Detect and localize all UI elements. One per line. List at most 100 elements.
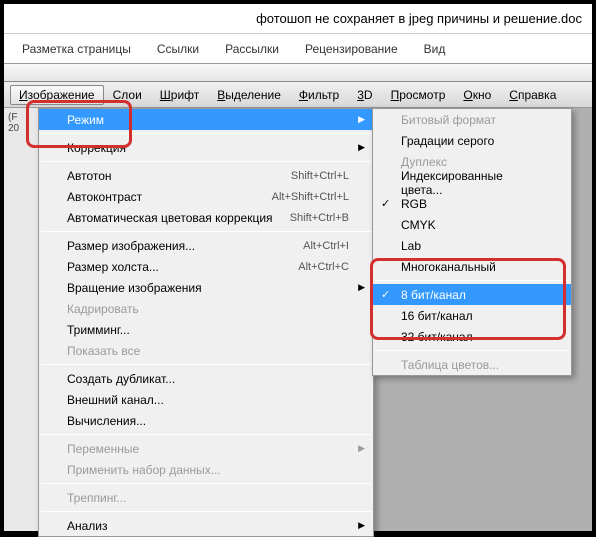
menu-item-label: Автоматическая цветовая коррекция (67, 211, 290, 225)
menu-item-label: Автоконтраст (67, 190, 272, 204)
menu-item[interactable]: 32 бит/канал (373, 326, 571, 347)
window-title: фотошоп не сохраняет в jpeg причины и ре… (256, 11, 582, 26)
left-sidebar: (F 20 (4, 108, 40, 531)
menu-item-label: Коррекция (67, 141, 349, 155)
menu-item: Битовый формат (373, 109, 571, 130)
menu-item[interactable]: Режим ▶ (39, 109, 373, 130)
menu-item-label: Размер холста... (67, 260, 298, 274)
menu-item: Кадрировать (39, 298, 373, 319)
menu-separator (375, 280, 569, 281)
menu-item-label: Режим (67, 113, 349, 127)
menu-item-label: Размер изображения... (67, 239, 303, 253)
menubar-item[interactable]: Фильтр (290, 85, 348, 105)
menu-separator (41, 133, 371, 134)
menu-item[interactable]: Lab (373, 235, 571, 256)
menu-item[interactable]: Вычисления... (39, 410, 373, 431)
menu-item-label: Дуплекс (401, 155, 547, 169)
menu-item-label: Переменные (67, 442, 349, 456)
menu-item[interactable]: Коррекция▶ (39, 137, 373, 158)
menu-separator (41, 231, 371, 232)
menu-shortcut: Alt+Ctrl+I (303, 240, 349, 252)
menu-item-label: Вычисления... (67, 414, 349, 428)
menu-item-label: Внешний канал... (67, 393, 349, 407)
ribbon-tab[interactable]: Вид (424, 42, 446, 56)
ribbon-tab[interactable]: Рассылки (225, 42, 279, 56)
menu-item[interactable]: Тримминг... (39, 319, 373, 340)
menu-shortcut: Alt+Shift+Ctrl+L (272, 191, 349, 203)
mode-submenu: Битовый формат Градации серого Дуплекс Инде… (372, 108, 572, 376)
sidebar-text: (F (8, 112, 35, 123)
menu-item[interactable]: Индексированные цвета... (373, 172, 571, 193)
menu-item-label: Создать дубликат... (67, 372, 349, 386)
menu-shortcut: Shift+Ctrl+B (290, 212, 349, 224)
menu-item-label: Градации серого (401, 134, 547, 148)
menubar-item[interactable]: Выделение (208, 85, 290, 105)
ribbon-tab[interactable]: Разметка страницы (22, 42, 131, 56)
menu-separator (41, 434, 371, 435)
menu-item-label: Треппинг... (67, 491, 349, 505)
menu-item[interactable]: Автоматическая цветовая коррекцияShift+C… (39, 207, 373, 228)
menu-item[interactable]: Вращение изображения ▶ (39, 277, 373, 298)
menu-item[interactable]: ✓8 бит/канал (373, 284, 571, 305)
window-titlebar: фотошоп не сохраняет в jpeg причины и ре… (4, 4, 592, 34)
menu-item[interactable]: АвтоконтрастAlt+Shift+Ctrl+L (39, 186, 373, 207)
submenu-arrow-icon: ▶ (358, 520, 365, 531)
menu-item-label: Тримминг... (67, 323, 349, 337)
menu-item-label: Автотон (67, 169, 291, 183)
ribbon-tab[interactable]: Рецензирование (305, 42, 398, 56)
menubar-item[interactable]: Просмотр (382, 85, 455, 105)
menu-separator (41, 161, 371, 162)
menubar-item[interactable]: 3D (348, 85, 381, 105)
menu-item-label: Битовый формат (401, 113, 547, 127)
menu-item[interactable]: Внешний канал... (39, 389, 373, 410)
content-area: (F 20 Режим▶Коррекция▶АвтотонShift+Ctrl+… (4, 108, 592, 531)
submenu-arrow-icon: ▶ (358, 443, 365, 454)
menu-item[interactable]: Создать дубликат... (39, 368, 373, 389)
menu-item-label: 8 бит/канал (401, 288, 547, 302)
menu-shortcut: Alt+Ctrl+C (298, 261, 349, 273)
submenu-arrow-icon: ▶ (358, 114, 365, 125)
menu-separator (41, 511, 371, 512)
menu-item-label: Анализ (67, 519, 349, 533)
menubar: ИзображениеСлоиШрифтВыделениеФильтр3DПро… (4, 82, 592, 108)
menubar-item[interactable]: Слои (104, 85, 151, 105)
menu-item[interactable]: АвтотонShift+Ctrl+L (39, 165, 373, 186)
menubar-item[interactable]: Справка (500, 85, 565, 105)
menu-item-label: Многоканальный (401, 260, 547, 274)
menu-item[interactable]: 16 бит/канал (373, 305, 571, 326)
menu-item: Таблица цветов... (373, 354, 571, 375)
menubar-item[interactable]: Шрифт (151, 85, 208, 105)
menu-item-label: Показать все (67, 344, 349, 358)
menu-item: Показать все (39, 340, 373, 361)
menu-item-label: CMYK (401, 218, 547, 232)
menu-item[interactable]: Размер холста...Alt+Ctrl+C (39, 256, 373, 277)
toolbar-strip (4, 64, 592, 82)
menubar-item[interactable]: Изображение (10, 85, 104, 105)
menu-separator (41, 483, 371, 484)
ribbon-tab[interactable]: Ссылки (157, 42, 199, 56)
menu-item-label: RGB (401, 197, 547, 211)
menu-item-label: Вращение изображения (67, 281, 349, 295)
menu-item-label: Применить набор данных... (67, 463, 349, 477)
menu-item-label: Таблица цветов... (401, 358, 547, 372)
menu-item: Применить набор данных... (39, 459, 373, 480)
menu-item-label: 32 бит/канал (401, 330, 547, 344)
ribbon-tabs: Разметка страницы Ссылки Рассылки Рецензиро… (4, 34, 592, 64)
menu-item[interactable]: Размер изображения...Alt+Ctrl+I (39, 235, 373, 256)
menu-shortcut: Shift+Ctrl+L (291, 170, 349, 182)
menu-item[interactable]: Анализ ▶ (39, 515, 373, 536)
menu-item: Переменные ▶ (39, 438, 373, 459)
check-icon: ✓ (381, 197, 390, 210)
sidebar-text: 20 (8, 123, 35, 134)
menu-item-label: 16 бит/канал (401, 309, 547, 323)
menu-item-label: Lab (401, 239, 547, 253)
menu-separator (375, 350, 569, 351)
menu-item[interactable]: Градации серого (373, 130, 571, 151)
menu-item[interactable]: ✓ RGB (373, 193, 571, 214)
submenu-arrow-icon: ▶ (358, 282, 365, 293)
menu-item[interactable]: Многоканальный (373, 256, 571, 277)
menubar-item[interactable]: Окно (454, 85, 500, 105)
menu-item-label: Кадрировать (67, 302, 349, 316)
menu-item[interactable]: CMYK (373, 214, 571, 235)
image-menu-dropdown: Режим▶Коррекция▶АвтотонShift+Ctrl+LАвток… (38, 108, 374, 537)
